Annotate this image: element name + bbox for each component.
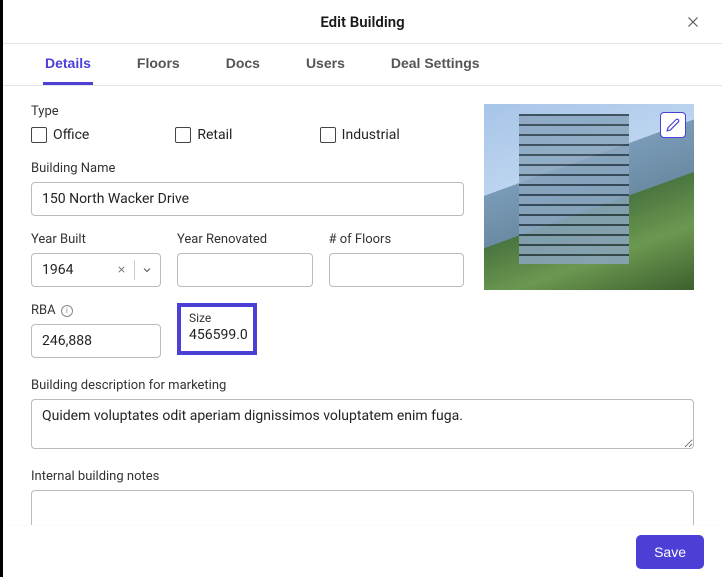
save-button[interactable]: Save: [636, 535, 704, 569]
chevron-down-icon: [141, 264, 153, 276]
x-icon: [116, 264, 127, 275]
year-built-label: Year Built: [31, 232, 161, 247]
tab-docs[interactable]: Docs: [224, 44, 262, 85]
type-label: Type: [31, 104, 464, 119]
rba-input[interactable]: [31, 324, 161, 358]
checkbox-industrial[interactable]: [320, 127, 336, 143]
edit-image-button[interactable]: [660, 112, 686, 138]
type-checkbox-row: Office Retail Industrial: [31, 127, 464, 143]
checkbox-office-label[interactable]: Office: [53, 127, 89, 143]
close-button[interactable]: [680, 9, 706, 35]
rba-label: RBA i: [31, 303, 161, 318]
size-label: Size: [189, 311, 245, 325]
building-name-label: Building Name: [31, 161, 464, 176]
info-icon[interactable]: i: [61, 305, 73, 317]
checkbox-industrial-label[interactable]: Industrial: [342, 127, 400, 143]
pencil-icon: [666, 118, 680, 132]
close-icon: [684, 13, 702, 31]
tab-deal-settings[interactable]: Deal Settings: [389, 44, 482, 85]
tab-details[interactable]: Details: [43, 44, 93, 85]
checkbox-office[interactable]: [31, 127, 47, 143]
year-renovated-input[interactable]: [177, 253, 313, 287]
description-textarea[interactable]: [31, 399, 694, 449]
modal-header: Edit Building: [3, 0, 722, 44]
tab-users[interactable]: Users: [304, 44, 347, 85]
year-renovated-label: Year Renovated: [177, 232, 313, 247]
floors-count-input[interactable]: [329, 253, 465, 287]
modal-footer: Save: [6, 525, 722, 577]
rba-label-text: RBA: [31, 303, 56, 318]
tab-floors[interactable]: Floors: [135, 44, 182, 85]
combo-divider: [134, 260, 135, 280]
form-scroll-area[interactable]: Type Office Retail Industrial Building N…: [3, 86, 722, 525]
year-built-clear-button[interactable]: [112, 260, 131, 280]
year-built-dropdown-button[interactable]: [139, 262, 155, 278]
modal-title: Edit Building: [320, 13, 404, 31]
checkbox-retail-label[interactable]: Retail: [197, 127, 232, 143]
size-highlight: Size 456599.0: [177, 303, 257, 355]
floors-count-label: # of Floors: [329, 232, 465, 247]
tabs: Details Floors Docs Users Deal Settings: [3, 44, 722, 86]
image-column: [484, 104, 694, 290]
description-label: Building description for marketing: [31, 378, 694, 393]
size-value: 456599.0: [189, 327, 245, 343]
internal-notes-label: Internal building notes: [31, 469, 694, 484]
building-name-input[interactable]: [31, 182, 464, 216]
internal-notes-textarea[interactable]: [31, 490, 694, 525]
checkbox-retail[interactable]: [175, 127, 191, 143]
